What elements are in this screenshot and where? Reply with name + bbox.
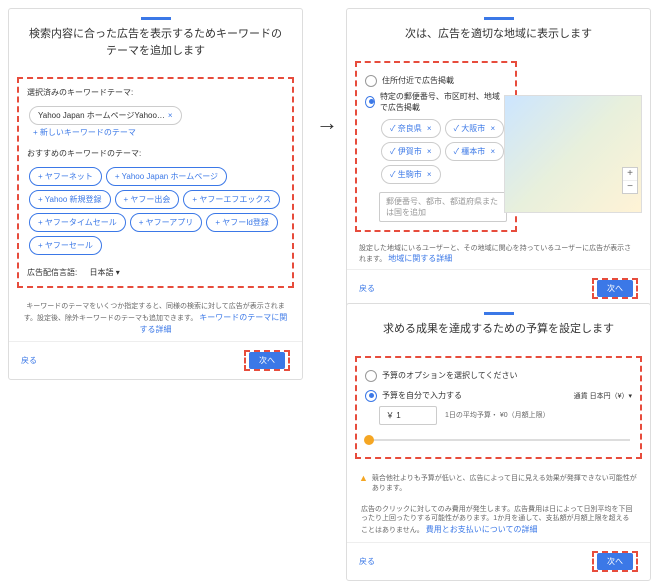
close-icon[interactable]: × (427, 170, 432, 179)
warning: ▲競合他社よりも予算が低いと、広告によって目に見える効果が発揮できない可能性があ… (347, 467, 650, 499)
next-button[interactable]: 次へ (249, 352, 285, 369)
next-button[interactable]: 次へ (597, 553, 633, 570)
page-title: 検索内容に合った広告を表示するためキーワードのテーマを追加します (9, 26, 302, 69)
back-button[interactable]: 戻る (359, 556, 375, 567)
page-title: 次は、広告を適切な地域に表示します (347, 26, 650, 53)
fine-link[interactable]: 費用とお支払いについての詳細 (426, 525, 538, 534)
progress-bar (484, 17, 514, 20)
close-icon[interactable]: × (427, 147, 432, 156)
back-button[interactable]: 戻る (359, 283, 375, 294)
close-icon[interactable]: × (491, 124, 496, 133)
radio-nearby[interactable]: 住所付近で広告掲載 (365, 75, 507, 87)
rec-chip[interactable]: + ヤフーId登録 (206, 213, 278, 232)
rec-label: おすすめのキーワードのテーマ: (27, 148, 284, 159)
region-chip[interactable]: ✓ 生駒市 × (381, 165, 441, 184)
radio-icon (365, 390, 377, 402)
close-icon[interactable]: × (168, 111, 173, 120)
radio-option[interactable]: 予算のオプションを選択してください (365, 370, 632, 382)
progress-bar (484, 312, 514, 315)
currency-select[interactable]: 日本円（¥）▾ (590, 393, 632, 400)
rec-list: + ヤフーネット+ Yahoo Japan ホームページ + Yahoo 新規登録… (27, 165, 284, 257)
rec-chip[interactable]: + ヤフーエフエックス (183, 190, 280, 209)
keyword-section: 選択済みのキーワードテーマ: Yahoo Japan ホームページYahoo…×… (17, 77, 294, 288)
currency-label: 通貨 (574, 393, 588, 400)
rec-chip[interactable]: + ヤフーアプリ (130, 213, 203, 232)
progress-bar (141, 17, 171, 20)
zoom-control[interactable]: +− (622, 167, 638, 194)
note: 設定した地域にいるユーザーと、その地域に関心を持っているユーザーに広告が表示され… (347, 240, 650, 270)
zoom-in[interactable]: + (623, 168, 637, 181)
zoom-out[interactable]: − (623, 181, 637, 193)
rec-chip[interactable]: + ヤフー出会 (115, 190, 180, 209)
map[interactable]: +− (504, 95, 642, 213)
note-link[interactable]: 地域に関する詳細 (388, 254, 452, 263)
radio-specific[interactable]: 特定の郵便番号、市区町村、地域で広告掲載 (365, 91, 507, 113)
warning-icon: ▲ (359, 473, 368, 483)
region-section: 住所付近で広告掲載 特定の郵便番号、市区町村、地域で広告掲載 ✓ 奈良県 ×✓ … (355, 61, 517, 232)
budget-input[interactable]: ￥ 1 (379, 406, 437, 425)
region-chip[interactable]: ✓ 大阪市 × (445, 119, 505, 138)
region-chip[interactable]: ✓ 奈良県 × (381, 119, 441, 138)
next-button[interactable]: 次へ (597, 280, 633, 297)
radio-manual[interactable]: 予算を自分で入力する (365, 390, 462, 402)
radio-icon (365, 96, 375, 108)
rec-chip[interactable]: + ヤフーネット (29, 167, 102, 186)
rec-chip[interactable]: + Yahoo 新規登録 (29, 190, 111, 209)
region-chips: ✓ 奈良県 ×✓ 大阪市 ×✓ 伊賀市 ×✓ 橿本市 ×✓ 生駒市 × (365, 117, 507, 186)
selected-chip[interactable]: Yahoo Japan ホームページYahoo…× (29, 106, 182, 125)
close-icon[interactable]: × (491, 147, 496, 156)
back-button[interactable]: 戻る (21, 355, 37, 366)
lang-select[interactable]: 日本語 ▾ (89, 268, 119, 277)
rec-chip[interactable]: + Yahoo Japan ホームページ (106, 167, 227, 186)
region-input[interactable]: 郵便番号、都市、都道府県または国を追加 (379, 192, 507, 222)
close-icon[interactable]: × (427, 124, 432, 133)
region-chip[interactable]: ✓ 伊賀市 × (381, 142, 441, 161)
lang-label: 広告配信言語: (27, 268, 77, 277)
arrow-right: → (316, 110, 338, 136)
fine-print: キーワードのテーマをいくつか指定すると、同様の検索に対して広告が表示されます。設… (9, 296, 302, 341)
radio-icon (365, 370, 377, 382)
budget-sub: 1日の平均予算・ ¥0（月額上限） (445, 410, 550, 420)
page-title: 求める成果を達成するための予算を設定します (347, 321, 650, 348)
radio-icon (365, 75, 377, 87)
region-chip[interactable]: ✓ 橿本市 × (445, 142, 505, 161)
rec-chip[interactable]: + ヤフーセール (29, 236, 102, 255)
add-keyword-link[interactable]: + 新しいキーワードのテーマ (33, 127, 136, 138)
selected-label: 選択済みのキーワードテーマ: (27, 87, 284, 98)
fine-print: 広告のクリックに対してのみ費用が発生します。広告費用は日によって日別平均を下回っ… (347, 499, 650, 542)
budget-section: 予算のオプションを選択してください 予算を自分で入力する 通貨 日本円（¥）▾ … (355, 356, 642, 459)
budget-slider[interactable] (367, 439, 630, 441)
rec-chip[interactable]: + ヤフータイムセール (29, 213, 126, 232)
